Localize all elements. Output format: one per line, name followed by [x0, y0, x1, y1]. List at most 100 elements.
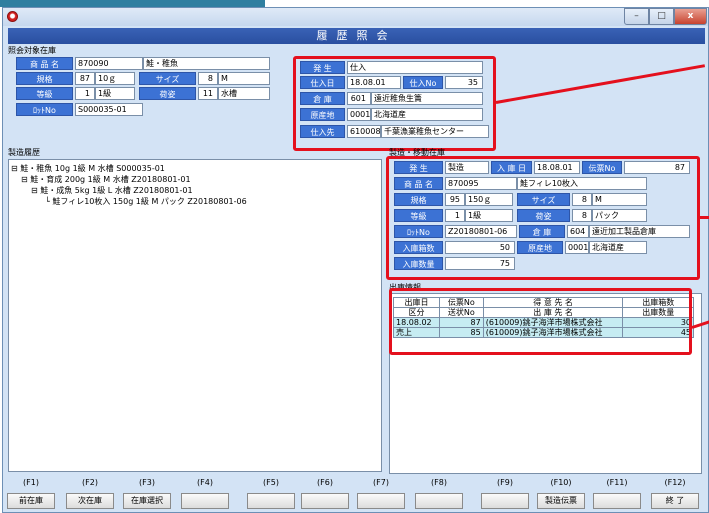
tree-node[interactable]: ⊟ 鮭・稚魚 10g 1級 M 水槽 S000035-01 [11, 163, 165, 174]
inventory-lot-label: ﾛｯﾄNo [16, 103, 73, 116]
origin-place-label: 原産地 [300, 108, 345, 121]
production-product-code: 870095 [445, 177, 517, 190]
production-size-value: M [592, 193, 647, 206]
fkey-f7-caption: (F7) [373, 478, 389, 487]
maximize-button[interactable]: □ [649, 8, 674, 25]
production-spec-qty: 95 [445, 193, 465, 206]
inventory-caption: 照会対象在庫 [8, 46, 56, 55]
production-lot-value: Z20180801-06 [445, 225, 517, 238]
inventory-lot-value: S000035-01 [75, 103, 143, 116]
app-icon [7, 11, 18, 22]
window-titlebar: – □ x [3, 8, 708, 26]
inventory-size-value: M [218, 72, 270, 85]
production-warehouse-label: 倉 庫 [519, 225, 565, 238]
f9-button[interactable] [481, 493, 529, 509]
close-button[interactable]: x [674, 8, 707, 25]
production-spec-label: 規格 [394, 193, 443, 206]
fkey-f10-caption: (F10) [550, 478, 572, 487]
f5-button[interactable] [247, 493, 295, 509]
production-date-label: 入 庫 日 [491, 161, 532, 174]
production-grade-value: 1級 [465, 209, 513, 222]
production-boxes-value: 50 [445, 241, 515, 254]
inventory-spec-unit: 10ｇ [95, 72, 135, 85]
inventory-spec-qty: 87 [75, 72, 95, 85]
production-place-label: 原産地 [517, 241, 563, 254]
origin-warehouse-label: 倉 庫 [300, 92, 345, 105]
fkey-f5-caption: (F5) [263, 478, 279, 487]
inventory-grade-label: 等級 [16, 87, 73, 100]
f8-button[interactable] [415, 493, 463, 509]
production-spec-unit: 150ｇ [465, 193, 513, 206]
production-slip-value: 87 [624, 161, 690, 174]
origin-slip-value: 35 [445, 76, 483, 89]
origin-supplier-name: 千葉漁業稚魚センター [381, 125, 489, 138]
production-date-value: 18.08.01 [534, 161, 580, 174]
history-inquiry-window: – □ x 履歴照会 照会対象在庫 商 品 名 870090 鮭・稚魚 規格 8… [2, 7, 709, 513]
production-size-label: サイズ [517, 193, 570, 206]
history-caption: 製造履歴 [8, 148, 40, 157]
tree-node[interactable]: ⊟ 鮭・成魚 5kg 1級 L 水槽 Z20180801-01 [31, 185, 193, 196]
inventory-spec-label: 規格 [16, 72, 73, 85]
production-slip-label: 伝票No [582, 161, 622, 174]
f4-button[interactable] [181, 493, 229, 509]
inventory-packing-label: 荷姿 [139, 87, 196, 100]
fkey-f12-caption: (F12) [664, 478, 686, 487]
fkey-f6-caption: (F6) [317, 478, 333, 487]
fkey-f9-caption: (F9) [497, 478, 513, 487]
next-stock-button[interactable]: 次在庫 [66, 493, 114, 509]
top-accent-strip [0, 0, 265, 7]
origin-place-code: 0001 [347, 108, 371, 121]
minimize-button[interactable]: – [624, 8, 649, 25]
history-tree[interactable]: ⊟ 鮭・稚魚 10g 1級 M 水槽 S000035-01 ⊟ 鮭・育成 200… [8, 159, 382, 472]
inventory-size-qty: 8 [198, 72, 218, 85]
origin-occurrence-value: 仕入 [347, 61, 483, 74]
origin-date-value: 18.08.01 [347, 76, 401, 89]
origin-warehouse-code: 601 [347, 92, 371, 105]
callout-line-production [700, 216, 709, 219]
f11-button[interactable] [593, 493, 641, 509]
fkey-f1-caption: (F1) [23, 478, 39, 487]
production-size-qty: 8 [572, 193, 592, 206]
production-lot-label: ﾛｯﾄNo [394, 225, 443, 238]
f6-button[interactable] [301, 493, 349, 509]
production-product-label: 商 品 名 [394, 177, 443, 190]
shipping-highlight-box [389, 288, 692, 355]
exit-button[interactable]: 終 了 [651, 493, 699, 509]
production-product-name: 鮭フィレ10枚入 [517, 177, 647, 190]
production-warehouse-code: 604 [567, 225, 589, 238]
origin-occurrence-label: 発 生 [300, 61, 345, 74]
inventory-grade-qty: 1 [75, 87, 95, 100]
production-boxes-label: 入庫箱数 [394, 241, 443, 254]
fkey-f2-caption: (F2) [82, 478, 98, 487]
origin-date-label: 仕入日 [300, 76, 345, 89]
production-packing-label: 荷姿 [517, 209, 570, 222]
production-occurrence-value: 製造 [445, 161, 489, 174]
inventory-product-label: 商 品 名 [16, 57, 73, 70]
production-place-name: 北海道産 [589, 241, 647, 254]
prev-stock-button[interactable]: 前在庫 [7, 493, 55, 509]
fkey-f8-caption: (F8) [431, 478, 447, 487]
origin-supplier-label: 仕入先 [300, 125, 345, 138]
production-qty-label: 入庫数量 [394, 257, 443, 270]
production-slip-button[interactable]: 製造伝票 [537, 493, 585, 509]
production-qty-value: 75 [445, 257, 515, 270]
tree-node[interactable]: ⊟ 鮭・育成 200g 1級 M 水槽 Z20180801-01 [21, 174, 191, 185]
production-grade-label: 等級 [394, 209, 443, 222]
origin-warehouse-name: 遠近稚魚生簀 [371, 92, 483, 105]
production-packing-qty: 8 [572, 209, 592, 222]
inventory-product-code: 870090 [75, 57, 143, 70]
fkey-f3-caption: (F3) [139, 478, 155, 487]
origin-supplier-code: 610008 [347, 125, 381, 138]
production-place-code: 0001 [565, 241, 589, 254]
origin-place-name: 北海道産 [371, 108, 483, 121]
production-grade-qty: 1 [445, 209, 465, 222]
tree-node[interactable]: └ 鮭フィレ10枚入 150g 1級 M パック Z20180801-06 [45, 196, 247, 207]
inventory-packing-value: 水槽 [218, 87, 270, 100]
production-packing-value: パック [592, 209, 647, 222]
inventory-packing-qty: 11 [198, 87, 218, 100]
production-occurrence-label: 発 生 [394, 161, 443, 174]
fkey-f4-caption: (F4) [197, 478, 213, 487]
f7-button[interactable] [357, 493, 405, 509]
select-stock-button[interactable]: 在庫選択 [123, 493, 171, 509]
production-warehouse-name: 遠近加工製品倉庫 [589, 225, 690, 238]
